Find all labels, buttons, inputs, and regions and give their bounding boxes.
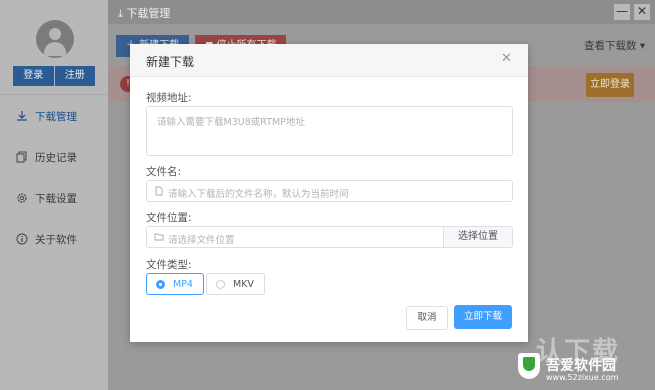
sidebar: 登录 注册 下载管理 历史记录 下载设置 关于软件 (0, 0, 108, 390)
choose-location-button[interactable]: 选择位置 (443, 227, 512, 247)
info-icon (16, 233, 28, 245)
sidebar-item-label: 下载设置 (35, 192, 77, 205)
close-icon[interactable]: ✕ (501, 51, 512, 66)
filename-input[interactable]: 请输入下载后的文件名称，默认为当前时间 (146, 180, 513, 202)
sidebar-item-download-manager[interactable]: 下载管理 (16, 106, 77, 126)
video-url-placeholder: 请输入需要下载M3U8或RTMP地址 (157, 117, 305, 128)
cancel-button[interactable]: 取消 (406, 306, 448, 330)
download-icon (16, 110, 28, 122)
sidebar-item-history[interactable]: 历史记录 (16, 147, 77, 167)
radio-selected-icon (156, 279, 165, 289)
location-placeholder: 请选择文件位置 (168, 235, 235, 246)
filename-placeholder: 请输入下载后的文件名称，默认为当前时间 (168, 189, 349, 200)
minimize-button[interactable]: — (614, 4, 630, 20)
close-window-button[interactable]: ✕ (634, 4, 650, 20)
title-bar: ⤓ 下载管理 — ✕ (108, 0, 655, 24)
dialog-title: 新建下载 (146, 55, 195, 69)
type-radio-mkv[interactable]: MKV (206, 273, 265, 295)
document-icon (154, 186, 164, 196)
sidebar-item-label: 下载管理 (35, 110, 77, 123)
sidebar-item-label: 历史记录 (35, 151, 77, 164)
location-label: 文件位置: (146, 212, 192, 224)
sidebar-divider (0, 94, 108, 95)
window-title-text: 下载管理 (126, 7, 171, 20)
login-now-button[interactable]: 立即登录 (586, 73, 634, 97)
window-title: ⤓ 下载管理 (118, 7, 171, 20)
type-radio-label: MKV (233, 278, 254, 290)
filename-label: 文件名: (146, 166, 182, 178)
type-radio-label: MP4 (173, 278, 193, 290)
new-download-dialog: 新建下载 ✕ 视频地址: 请输入需要下载M3U8或RTMP地址 文件名: 请输入… (130, 44, 528, 342)
watermark-name: 吾爱软件园 (546, 358, 616, 374)
video-url-input[interactable]: 请输入需要下载M3U8或RTMP地址 (146, 106, 513, 156)
location-input[interactable]: 请选择文件位置 选择位置 (146, 226, 513, 248)
download-now-button[interactable]: 立即下载 (454, 305, 512, 329)
watermark-url: www.52zixue.com (546, 373, 619, 382)
avatar-icon[interactable] (36, 20, 74, 58)
login-button[interactable]: 登录 (13, 66, 54, 86)
sidebar-item-about[interactable]: 关于软件 (16, 229, 77, 249)
sidebar-item-label: 关于软件 (35, 233, 77, 246)
type-radio-mp4[interactable]: MP4 (146, 273, 204, 295)
view-count-dropdown[interactable]: 查看下载数 ▾ (584, 38, 645, 53)
view-count-label: 查看下载数 (584, 40, 637, 52)
watermark: 认下载 吾爱软件园 www.52zixue.com (510, 333, 650, 385)
chevron-down-icon: ▾ (639, 40, 646, 52)
radio-unselected-icon (216, 279, 225, 289)
gear-icon (16, 192, 28, 204)
sidebar-item-settings[interactable]: 下载设置 (16, 188, 77, 208)
video-url-label: 视频地址: (146, 92, 192, 104)
shield-logo-icon (518, 353, 540, 379)
dialog-header: 新建下载 ✕ (130, 44, 528, 77)
folder-icon (154, 232, 164, 242)
copy-icon (16, 151, 28, 163)
auth-buttons: 登录 注册 (13, 66, 95, 86)
register-button[interactable]: 注册 (53, 66, 95, 86)
file-type-label: 文件类型: (146, 259, 192, 271)
